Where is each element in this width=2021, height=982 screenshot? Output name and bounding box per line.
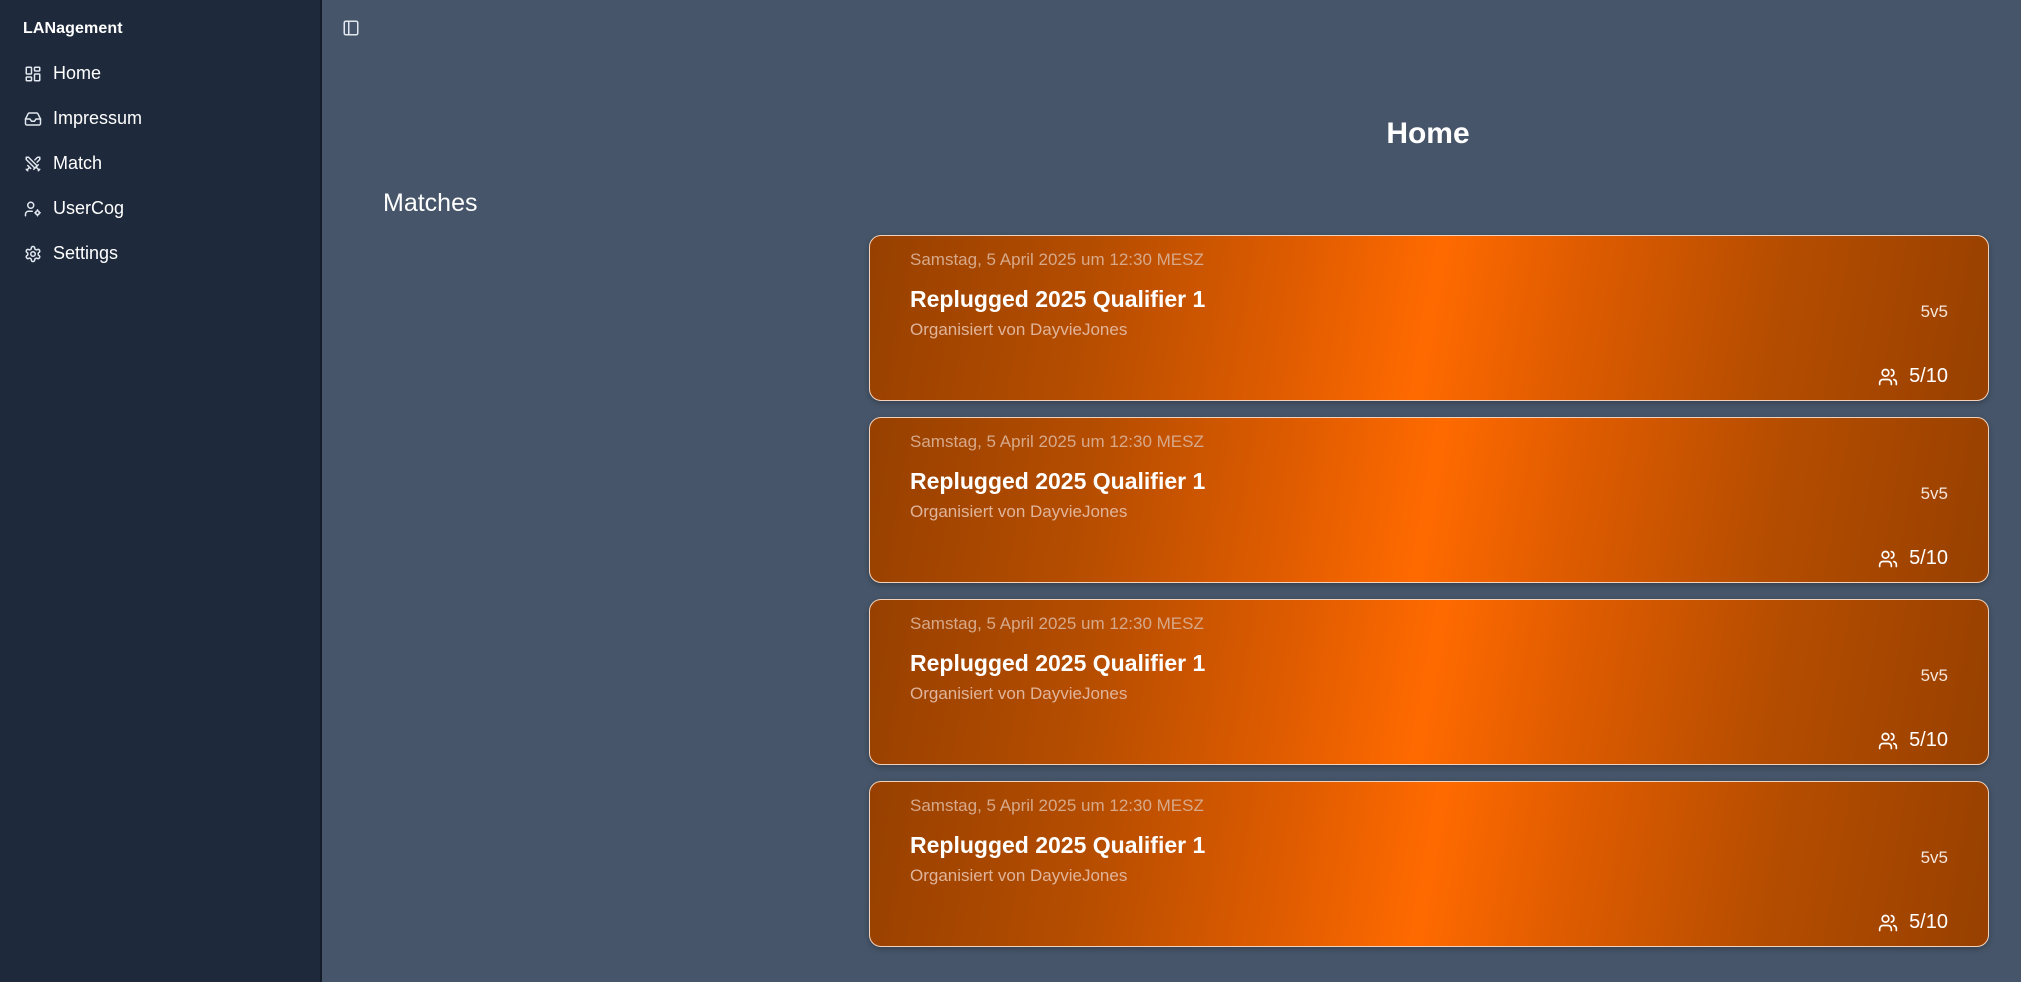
users-icon bbox=[1877, 366, 1899, 388]
match-organizer: Organisiert von DayvieJones bbox=[910, 866, 1128, 885]
match-title: Replugged 2025 Qualifier 1 bbox=[910, 650, 1206, 676]
match-mode: 5v5 bbox=[1920, 484, 1948, 503]
match-card[interactable]: Samstag, 5 April 2025 um 12:30 MESZ Repl… bbox=[869, 599, 1989, 765]
section-title-matches: Matches bbox=[383, 189, 478, 217]
match-title: Replugged 2025 Qualifier 1 bbox=[910, 468, 1206, 494]
sidebar-toggle-button[interactable] bbox=[340, 17, 362, 39]
match-player-count: 5/10 bbox=[1877, 365, 1948, 388]
match-card[interactable]: Samstag, 5 April 2025 um 12:30 MESZ Repl… bbox=[869, 417, 1989, 583]
users-icon bbox=[1877, 730, 1899, 752]
match-date: Samstag, 5 April 2025 um 12:30 MESZ bbox=[910, 250, 1204, 269]
match-title: Replugged 2025 Qualifier 1 bbox=[910, 286, 1206, 312]
sidebar-item-label: UserCog bbox=[53, 198, 125, 218]
sidebar-item-impressum[interactable]: Impressum bbox=[10, 96, 312, 141]
match-organizer: Organisiert von DayvieJones bbox=[910, 684, 1128, 703]
match-organizer: Organisiert von DayvieJones bbox=[910, 320, 1128, 339]
sidebar-nav: Home Impressum Match UserCog Settings bbox=[10, 51, 312, 276]
match-card[interactable]: Samstag, 5 April 2025 um 12:30 MESZ Repl… bbox=[869, 781, 1989, 947]
match-players-value: 5/10 bbox=[1909, 911, 1948, 933]
sidebar-item-label: Impressum bbox=[53, 108, 143, 128]
match-mode: 5v5 bbox=[1920, 848, 1948, 867]
gear-icon bbox=[23, 244, 43, 264]
match-date: Samstag, 5 April 2025 um 12:30 MESZ bbox=[910, 614, 1204, 633]
match-mode: 5v5 bbox=[1920, 302, 1948, 321]
sidebar-item-match[interactable]: Match bbox=[10, 141, 312, 186]
inbox-icon bbox=[23, 109, 43, 129]
app-root: LANagement Home Impressum Match UserCog … bbox=[0, 0, 2021, 982]
sidebar-item-label: Home bbox=[53, 63, 102, 83]
users-icon bbox=[1877, 548, 1899, 570]
match-list: Samstag, 5 April 2025 um 12:30 MESZ Repl… bbox=[869, 235, 1989, 963]
sidebar-item-label: Match bbox=[53, 153, 103, 173]
match-player-count: 5/10 bbox=[1877, 547, 1948, 570]
sidebar-item-usercog[interactable]: UserCog bbox=[10, 186, 312, 231]
match-date: Samstag, 5 April 2025 um 12:30 MESZ bbox=[910, 432, 1204, 451]
match-players-value: 5/10 bbox=[1909, 547, 1948, 569]
match-players-value: 5/10 bbox=[1909, 365, 1948, 387]
app-title: LANagement bbox=[23, 20, 123, 37]
match-card[interactable]: Samstag, 5 April 2025 um 12:30 MESZ Repl… bbox=[869, 235, 1989, 401]
match-player-count: 5/10 bbox=[1877, 911, 1948, 934]
match-date: Samstag, 5 April 2025 um 12:30 MESZ bbox=[910, 796, 1204, 815]
layout-dashboard-icon bbox=[23, 64, 43, 84]
match-player-count: 5/10 bbox=[1877, 729, 1948, 752]
sidebar-item-settings[interactable]: Settings bbox=[10, 231, 312, 276]
sidebar: LANagement Home Impressum Match UserCog … bbox=[0, 0, 322, 982]
user-cog-icon bbox=[23, 199, 43, 219]
sidebar-item-home[interactable]: Home bbox=[10, 51, 312, 96]
page-title: Home bbox=[1386, 117, 1470, 150]
swords-icon bbox=[23, 154, 43, 174]
match-title: Replugged 2025 Qualifier 1 bbox=[910, 832, 1206, 858]
match-mode: 5v5 bbox=[1920, 666, 1948, 685]
panel-left-icon bbox=[342, 19, 360, 37]
match-players-value: 5/10 bbox=[1909, 729, 1948, 751]
sidebar-item-label: Settings bbox=[53, 243, 119, 263]
match-organizer: Organisiert von DayvieJones bbox=[910, 502, 1128, 521]
users-icon bbox=[1877, 912, 1899, 934]
